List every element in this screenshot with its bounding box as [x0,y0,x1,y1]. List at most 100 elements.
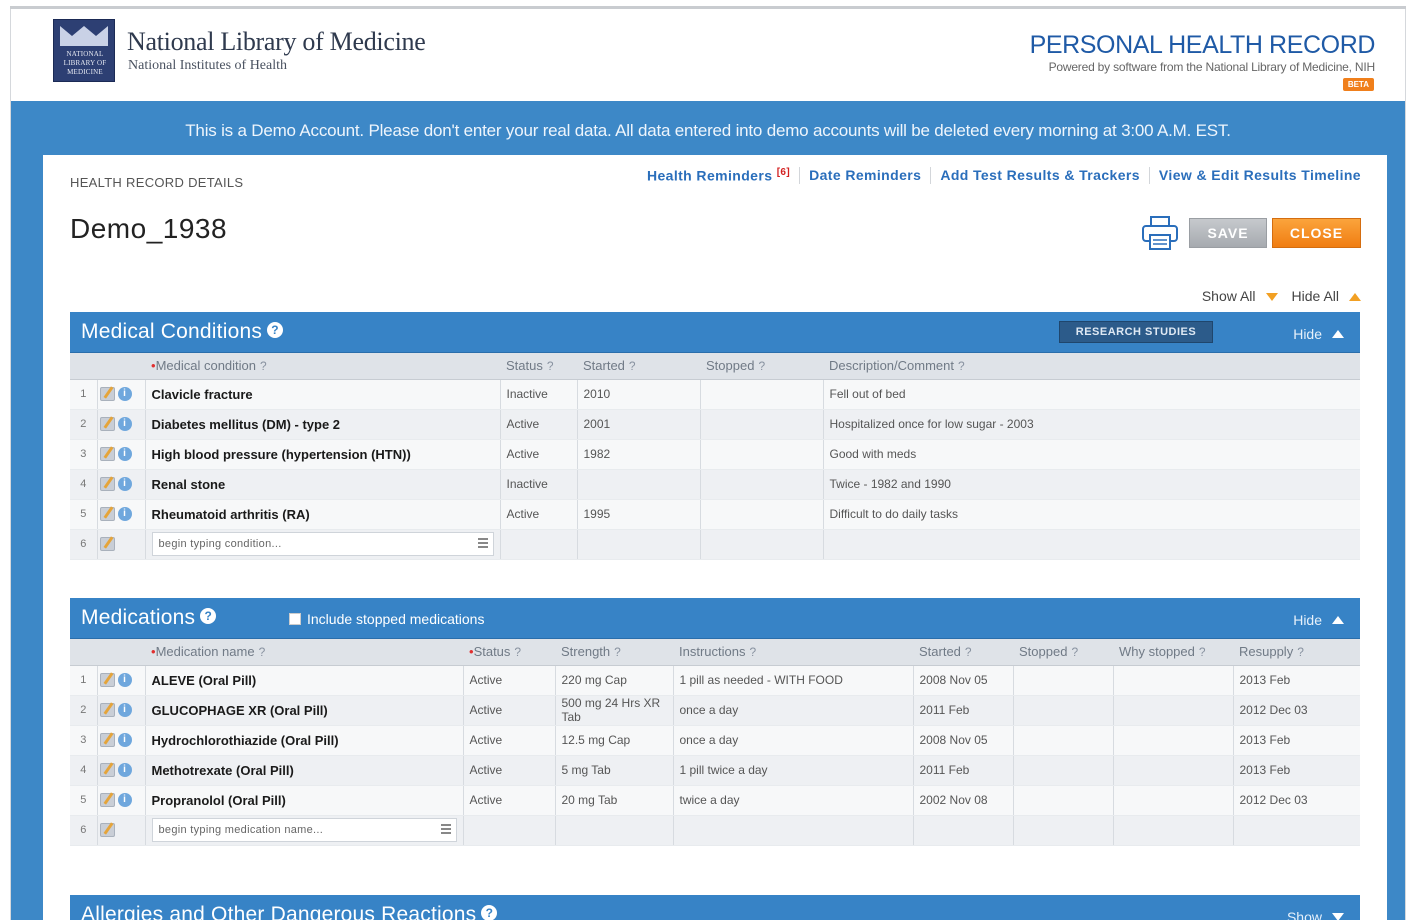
medication-resupply[interactable]: 2012 Dec 03 [1233,785,1360,816]
condition-status[interactable]: Active [500,409,578,440]
save-button[interactable]: SAVE [1189,218,1267,248]
condition-stopped[interactable] [700,469,824,500]
medication-name[interactable]: Hydrochlorothiazide (Oral Pill) [145,725,464,756]
condition-status[interactable]: Active [500,499,578,530]
edit-icon[interactable] [99,823,115,838]
help-icon[interactable]: ? [259,645,266,659]
condition-comment[interactable]: Good with meds [823,439,1360,470]
medication-strength[interactable]: 5 mg Tab [555,755,674,786]
nlm-logo[interactable]: NATIONAL LIBRARY OF MEDICINE [53,19,115,82]
condition-status[interactable]: Inactive [500,379,578,410]
help-icon[interactable]: ? [547,359,554,373]
org-name[interactable]: National Library of Medicine [127,27,426,57]
table-row[interactable]: 4 i Methotrexate (Oral Pill) Active 5 mg Tab… [70,755,1360,786]
help-icon[interactable]: ? [260,359,267,373]
medication-name[interactable]: ALEVE (Oral Pill) [145,665,464,696]
edit-icon[interactable] [99,477,115,492]
medication-strength[interactable]: 20 mg Tab [555,785,674,816]
help-icon[interactable]: ? [1071,645,1078,659]
condition-comment[interactable]: Fell out of bed [823,379,1360,410]
medication-stopped[interactable] [1013,695,1114,726]
condition-comment[interactable]: Hospitalized once for low sugar - 2003 [823,409,1360,440]
close-button[interactable]: CLOSE [1272,218,1361,248]
condition-comment[interactable]: Difficult to do daily tasks [823,499,1360,530]
view-timeline-link[interactable]: View & Edit Results Timeline [1150,167,1361,184]
table-row[interactable]: 5 i Propranolol (Oral Pill) Active 20 mg Tab… [70,785,1360,816]
medication-status[interactable]: Active [463,725,556,756]
medication-status[interactable]: Active [463,695,556,726]
new-item-input[interactable]: begin typing medication name... [151,818,457,842]
table-row[interactable]: 2 i GLUCOPHAGE XR (Oral Pill) Active 500 mg … [70,695,1360,726]
medication-why-stopped[interactable] [1113,785,1234,816]
condition-stopped[interactable] [700,499,824,530]
research-studies-button[interactable]: RESEARCH STUDIES [1059,321,1213,343]
medication-started[interactable]: 2011 Feb [913,695,1014,726]
medication-name[interactable]: Methotrexate (Oral Pill) [145,755,464,786]
info-icon[interactable]: i [117,507,132,522]
edit-icon[interactable] [99,417,115,432]
medication-stopped[interactable] [1013,755,1114,786]
help-icon[interactable]: ? [267,322,284,339]
allergies-show-toggle[interactable]: Show [1287,909,1344,920]
help-icon[interactable]: ? [200,608,217,625]
edit-icon[interactable] [99,673,115,688]
include-stopped-toggle[interactable]: Include stopped medications [289,611,484,627]
medication-strength[interactable]: 12.5 mg Cap [555,725,674,756]
help-icon[interactable]: ? [965,645,972,659]
medication-resupply[interactable]: 2013 Feb [1233,665,1360,696]
condition-started[interactable]: 2001 [577,409,701,440]
edit-icon[interactable] [99,763,115,778]
edit-icon[interactable] [99,387,115,402]
help-icon[interactable]: ? [1199,645,1206,659]
medication-why-stopped[interactable] [1113,755,1234,786]
table-row[interactable]: 2 i Diabetes mellitus (DM) - type 2 Active 2… [70,409,1360,440]
medication-started[interactable]: 2008 Nov 05 [913,665,1014,696]
medication-instructions[interactable]: once a day [673,725,914,756]
list-icon[interactable] [440,824,451,834]
help-icon[interactable]: ? [749,645,756,659]
medication-resupply[interactable]: 2012 Dec 03 [1233,695,1360,726]
table-row[interactable]: 4 i Renal stone Inactive Twice - 1982 and 19… [70,469,1360,500]
condition-started[interactable]: 1982 [577,439,701,470]
table-row[interactable]: 5 i Rheumatoid arthritis (RA) Active 1995 Dif… [70,499,1360,530]
help-icon[interactable]: ? [514,645,521,659]
list-icon[interactable] [477,538,488,548]
medication-instructions[interactable]: 1 pill twice a day [673,755,914,786]
help-icon[interactable]: ? [481,905,498,920]
medication-stopped[interactable] [1013,785,1114,816]
edit-icon[interactable] [99,793,115,808]
help-icon[interactable]: ? [958,359,965,373]
table-row[interactable]: 1 i ALEVE (Oral Pill) Active 220 mg Cap 1 pil… [70,665,1360,696]
condition-started[interactable] [577,469,701,500]
medication-status[interactable]: Active [463,665,556,696]
medication-why-stopped[interactable] [1113,725,1234,756]
edit-icon[interactable] [99,507,115,522]
edit-icon[interactable] [99,537,115,552]
help-icon[interactable]: ? [614,645,621,659]
medication-resupply[interactable]: 2013 Feb [1233,755,1360,786]
info-icon[interactable]: i [117,703,132,718]
help-icon[interactable]: ? [758,359,765,373]
health-reminders-link[interactable]: Health Reminders [6] [638,167,801,184]
info-icon[interactable]: i [117,763,132,778]
print-icon[interactable] [1141,215,1179,251]
table-row[interactable]: 3 i Hydrochlorothiazide (Oral Pill) Active 1… [70,725,1360,756]
medication-status[interactable]: Active [463,785,556,816]
info-icon[interactable]: i [117,673,132,688]
condition-name[interactable]: High blood pressure (hypertension (HTN)) [145,439,501,470]
medication-strength[interactable]: 220 mg Cap [555,665,674,696]
medication-strength[interactable]: 500 mg 24 Hrs XR Tab [555,695,674,726]
condition-name[interactable]: Renal stone [145,469,501,500]
medication-resupply[interactable]: 2013 Feb [1233,725,1360,756]
condition-name[interactable]: Diabetes mellitus (DM) - type 2 [145,409,501,440]
medication-started[interactable]: 2008 Nov 05 [913,725,1014,756]
add-test-results-link[interactable]: Add Test Results & Trackers [931,167,1150,184]
medication-started[interactable]: 2002 Nov 08 [913,785,1014,816]
medication-instructions[interactable]: 1 pill as needed - WITH FOOD [673,665,914,696]
medication-status[interactable]: Active [463,755,556,786]
medication-name[interactable]: GLUCOPHAGE XR (Oral Pill) [145,695,464,726]
info-icon[interactable]: i [117,447,132,462]
help-icon[interactable]: ? [629,359,636,373]
date-reminders-link[interactable]: Date Reminders [800,167,932,184]
condition-started[interactable]: 1995 [577,499,701,530]
